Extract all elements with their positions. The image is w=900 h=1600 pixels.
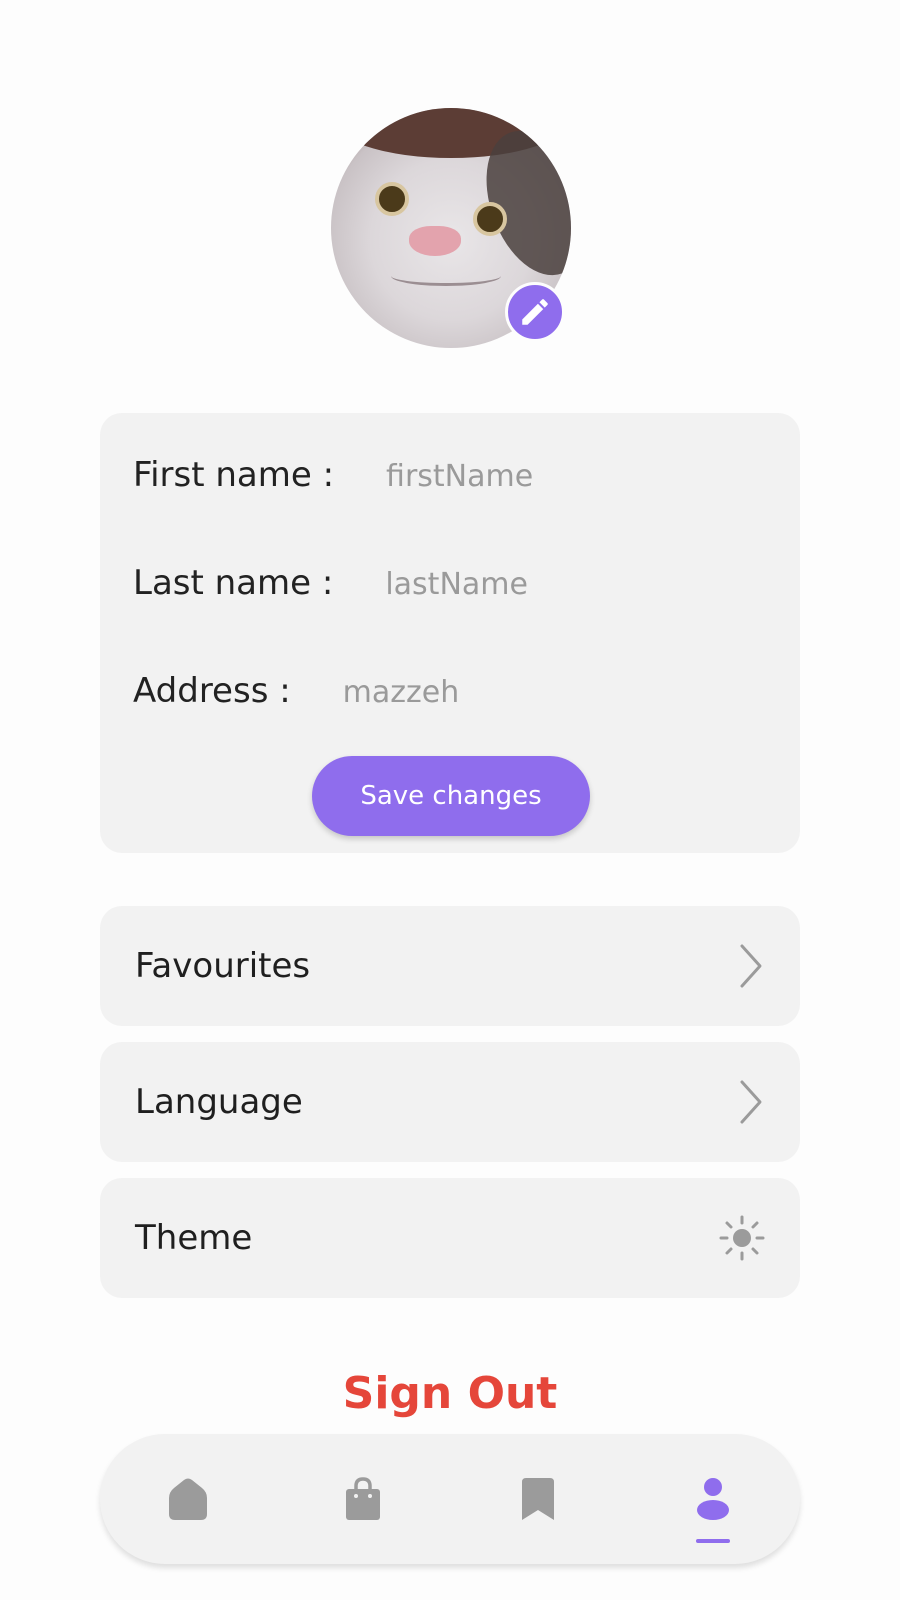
nav-bookmarks[interactable]	[493, 1449, 583, 1549]
shopping-bag-icon	[345, 1477, 380, 1520]
menu-item-label: Theme	[135, 1218, 253, 1258]
sign-out-button[interactable]: Sign Out	[0, 1368, 900, 1419]
menu-item-label: Favourites	[135, 946, 311, 986]
chevron-right-icon	[740, 944, 762, 988]
pencil-icon	[522, 299, 548, 325]
active-tab-indicator	[695, 1539, 730, 1543]
nav-shop[interactable]	[318, 1449, 408, 1549]
first-name-label: First name :	[133, 455, 335, 495]
address-row: Address :	[133, 671, 643, 711]
first-name-row: First name :	[133, 455, 687, 495]
menu-item-language[interactable]: Language	[100, 1042, 800, 1162]
chevron-right-icon	[740, 1080, 762, 1124]
sun-icon[interactable]	[718, 1214, 766, 1262]
menu-item-theme[interactable]: Theme	[100, 1178, 800, 1298]
bookmark-icon	[521, 1478, 554, 1520]
menu-item-label: Language	[135, 1082, 303, 1122]
home-icon	[168, 1478, 207, 1520]
bottom-nav	[100, 1434, 800, 1564]
address-input[interactable]	[342, 675, 643, 710]
first-name-input[interactable]	[386, 459, 687, 494]
last-name-label: Last name :	[133, 563, 334, 603]
last-name-input[interactable]	[385, 567, 686, 602]
nav-home[interactable]	[143, 1449, 233, 1549]
nav-profile[interactable]	[668, 1449, 758, 1549]
address-label: Address :	[133, 671, 291, 711]
menu-item-favourites[interactable]: Favourites	[100, 906, 800, 1026]
profile-icon	[696, 1478, 729, 1520]
last-name-row: Last name :	[133, 563, 686, 603]
edit-avatar-button[interactable]	[505, 282, 565, 342]
save-changes-button[interactable]: Save changes	[312, 756, 590, 836]
